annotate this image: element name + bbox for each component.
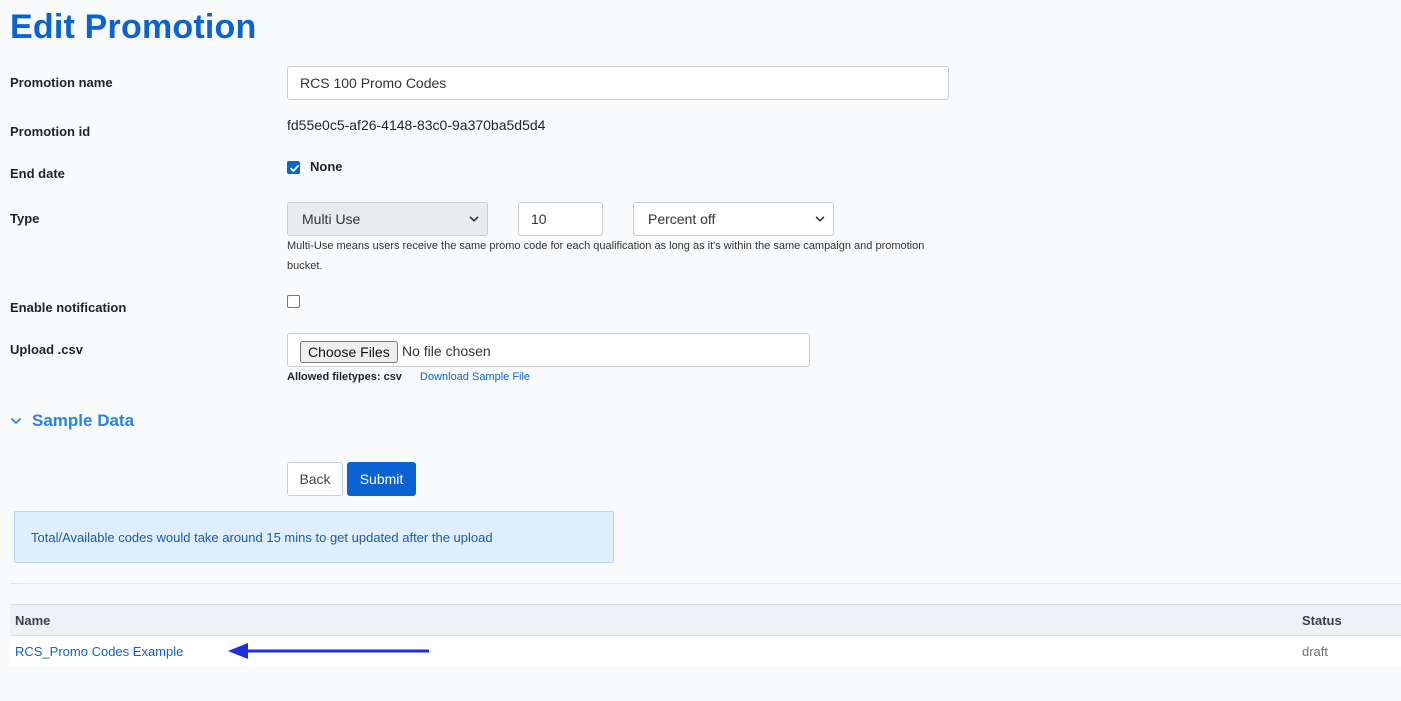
chevron-down-icon	[815, 216, 825, 222]
page-title: Edit Promotion	[10, 8, 257, 46]
discount-type-select[interactable]: Percent off	[633, 202, 834, 236]
use-type-select-value: Multi Use	[302, 211, 361, 227]
column-header-status: Status	[1302, 613, 1342, 628]
end-date-none-checkbox[interactable]	[287, 161, 300, 174]
download-sample-file-link[interactable]: Download Sample File	[420, 371, 530, 383]
discount-amount-input[interactable]	[518, 202, 603, 236]
promotion-id-value: fd55e0c5-af26-4148-83c0-9a370ba5d5d4	[287, 117, 546, 133]
end-date-label: End date	[10, 166, 65, 181]
arrow-left-icon	[228, 643, 429, 659]
sample-data-label: Sample Data	[32, 411, 135, 430]
use-type-select[interactable]: Multi Use	[287, 202, 488, 236]
info-alert: Total/Available codes would take around …	[14, 511, 614, 563]
end-date-none-label: None	[310, 159, 343, 174]
back-button[interactable]: Back	[287, 462, 343, 496]
file-status-text: No file chosen	[402, 343, 491, 359]
choose-files-button[interactable]: Choose Files	[300, 341, 398, 363]
info-alert-message: Total/Available codes would take around …	[31, 529, 493, 545]
promo-codes-table: Name Status RCS_Promo Codes Example draf…	[10, 604, 1401, 666]
submit-button[interactable]: Submit	[347, 462, 416, 496]
divider	[10, 583, 1401, 584]
promotion-id-label: Promotion id	[10, 124, 91, 139]
row-name-link[interactable]: RCS_Promo Codes Example	[15, 644, 183, 659]
upload-csv-field[interactable]: Choose Files No file chosen	[287, 333, 810, 367]
enable-notification-checkbox[interactable]	[287, 295, 300, 308]
enable-notification-label: Enable notification	[10, 300, 127, 315]
table-header: Name Status	[10, 604, 1401, 636]
chevron-down-icon	[469, 216, 479, 222]
promotion-name-label: Promotion name	[10, 75, 113, 90]
sample-data-accordion[interactable]: Sample Data	[10, 411, 134, 431]
upload-csv-label: Upload .csv	[10, 342, 83, 357]
promotion-name-input[interactable]	[287, 66, 949, 100]
check-icon	[290, 165, 299, 172]
allowed-filetypes-text: Allowed filetypes: csv	[287, 371, 402, 383]
type-help-text: Multi-Use means users receive the same p…	[287, 240, 925, 272]
row-status: draft	[1302, 644, 1329, 659]
type-label: Type	[10, 211, 40, 226]
chevron-down-icon	[11, 418, 21, 424]
column-header-name: Name	[15, 613, 51, 628]
table-row: RCS_Promo Codes Example draft	[10, 636, 1401, 666]
discount-type-select-value: Percent off	[648, 211, 716, 227]
